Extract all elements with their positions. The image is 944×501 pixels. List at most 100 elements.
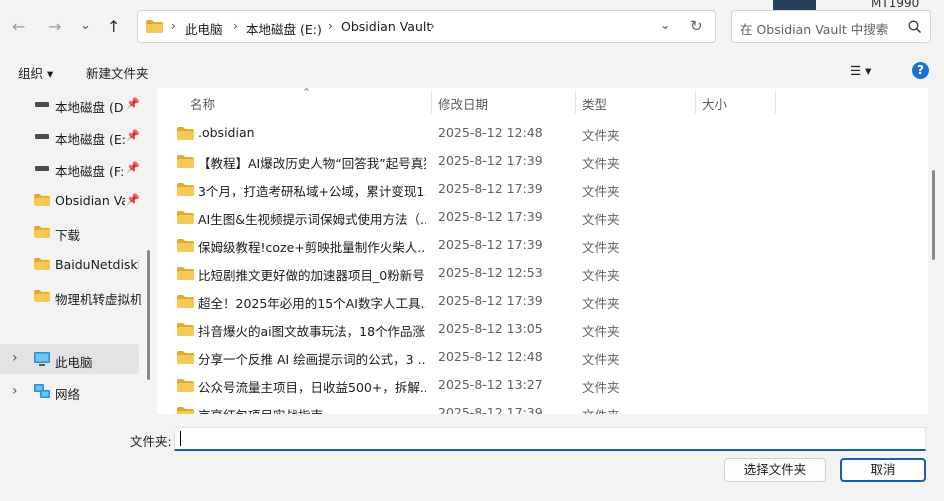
file-list-scrollbar[interactable]	[932, 170, 935, 260]
folder-name-input[interactable]	[174, 427, 926, 451]
file-row[interactable]: 【教程】AI爆改历史人物“回答我”起号真猛 2025-8-12 17:39 文件夹	[157, 147, 928, 175]
file-row[interactable]: 分享一个反推 AI 绘画提示词的公式，3 ... 2025-8-12 12:48 文…	[157, 343, 928, 371]
file-modified-date: 2025-8-12 17:39	[438, 181, 543, 196]
drive-icon	[35, 134, 49, 139]
search-box[interactable]: 在 Obsidian Vault 中搜索	[731, 10, 931, 43]
folder-icon	[177, 211, 194, 224]
file-row[interactable]: 比短剧推文更好做的加速器项目_0粉新号... 2025-8-12 12:53 文件夹	[157, 259, 928, 287]
column-header-size[interactable]: 大小	[702, 94, 727, 113]
sidebar-item-downloads[interactable]: 下载	[0, 218, 140, 246]
breadcrumb-separator[interactable]: ›	[430, 19, 435, 33]
file-name: 3个月，打造考研私域+公域，累计变现1...	[198, 184, 426, 199]
new-folder-button[interactable]: 新建文件夹	[86, 63, 149, 82]
file-modified-date: 2025-8-12 17:39	[438, 153, 543, 168]
forward-arrow-icon[interactable]: →	[48, 19, 61, 35]
navigation-pane[interactable]: 本地磁盘 (D:) 📌 本地磁盘 (E:) 📌 本地磁盘 (F:) 📌 Obsi…	[0, 88, 155, 414]
file-name: .obsidian	[198, 125, 255, 140]
file-name: 保姆级教程!coze+剪映批量制作火柴人...	[198, 240, 426, 255]
help-icon[interactable]: ?	[912, 62, 929, 79]
column-divider[interactable]	[575, 90, 576, 114]
pin-icon: 📌	[126, 97, 140, 110]
file-name: 公众号流量主项目，日收益500+，拆解...	[198, 380, 426, 395]
file-modified-date: 2025-8-12 17:39	[438, 209, 543, 224]
file-type: 文件夹	[582, 380, 620, 395]
sidebar-item-p2v[interactable]: 物理机转虚拟机	[0, 282, 141, 310]
sidebar-item-label: 本地磁盘 (F:)	[55, 164, 125, 179]
sidebar-item-drive-e[interactable]: 本地磁盘 (E:) 📌	[0, 122, 140, 150]
address-bar[interactable]: › 此电脑 › 本地磁盘 (E:) › Obsidian Vault › ⌄	[137, 10, 716, 43]
refresh-icon[interactable]: ↻	[690, 18, 703, 34]
drive-icon	[35, 166, 49, 171]
cancel-button[interactable]: 取消	[840, 458, 926, 482]
search-placeholder: 在 Obsidian Vault 中搜索	[740, 22, 889, 37]
sort-ascending-icon: ⌃	[302, 88, 312, 99]
file-modified-date: 2025-8-12 17:39	[438, 293, 543, 308]
nav-scrollbar[interactable]	[147, 250, 150, 380]
file-modified-date: 2025-8-12 12:48	[438, 349, 543, 364]
folder-icon	[34, 194, 50, 206]
column-divider[interactable]	[431, 90, 432, 114]
expand-chevron-icon[interactable]: ›	[12, 350, 18, 366]
file-row[interactable]: 超全！2025年必用的15个AI数字人工具... 2025-8-12 17:39 文…	[157, 287, 928, 315]
file-name: 比短剧推文更好做的加速器项目_0粉新号...	[198, 268, 426, 283]
expand-chevron-icon[interactable]: ›	[12, 383, 18, 399]
select-folder-button[interactable]: 选择文件夹	[724, 458, 826, 482]
organize-menu[interactable]: 组织 ▾	[18, 63, 53, 82]
view-options-icon[interactable]: ☰ ▾	[850, 63, 871, 78]
column-divider[interactable]	[775, 90, 776, 114]
breadcrumb-obsidian-vault[interactable]: Obsidian Vault	[341, 19, 431, 34]
breadcrumb-this-pc[interactable]: 此电脑	[185, 19, 223, 38]
sidebar-item-drive-f[interactable]: 本地磁盘 (F:) 📌	[0, 154, 140, 182]
folder-icon	[177, 407, 194, 414]
breadcrumb-separator[interactable]: ›	[328, 19, 333, 33]
column-header-name[interactable]: 名称	[190, 94, 215, 113]
sidebar-item-drive-d[interactable]: 本地磁盘 (D:) 📌	[0, 90, 140, 118]
file-list[interactable]: 名称 ⌃ 修改日期 类型 大小 .obsidian 2025-8-12 12:48…	[157, 88, 928, 414]
file-name: 分享一个反推 AI 绘画提示词的公式，3 ...	[198, 352, 426, 367]
column-header-type[interactable]: 类型	[582, 94, 607, 113]
breadcrumb-separator[interactable]: ›	[233, 19, 238, 33]
file-row[interactable]: 京享红包项目实战指南 2025-8-12 17:39 文件夹	[157, 399, 928, 414]
folder-icon	[177, 239, 194, 252]
sidebar-item-label: 物理机转虚拟机	[55, 292, 141, 307]
column-divider[interactable]	[695, 90, 696, 114]
file-type: 文件夹	[582, 405, 620, 414]
sidebar-item-label: 下载	[55, 228, 81, 243]
back-arrow-icon[interactable]: ←	[12, 19, 25, 35]
breadcrumb-drive-e[interactable]: 本地磁盘 (E:)	[246, 19, 322, 38]
file-name: 京享红包项目实战指南	[198, 405, 426, 414]
search-icon[interactable]	[908, 20, 921, 33]
file-type: 文件夹	[582, 296, 620, 311]
folder-icon	[146, 20, 163, 33]
recent-locations-icon[interactable]: ⌄	[80, 18, 91, 34]
folder-icon	[177, 323, 194, 336]
file-row[interactable]: 保姆级教程!coze+剪映批量制作火柴人... 2025-8-12 17:39 文件…	[157, 231, 928, 259]
pin-icon: 📌	[126, 193, 140, 206]
file-row[interactable]: 抖音爆火的ai图文故事玩法，18个作品涨... 2025-8-12 13:05 文件…	[157, 315, 928, 343]
file-row[interactable]: 3个月，打造考研私域+公域，累计变现1... 2025-8-12 17:39 文件夹	[157, 175, 928, 203]
file-row[interactable]: .obsidian 2025-8-12 12:48 文件夹	[157, 119, 928, 147]
folder-icon	[177, 295, 194, 308]
file-type: 文件夹	[582, 156, 620, 171]
sidebar-item-network[interactable]: › 网络	[0, 377, 140, 405]
sidebar-item-this-pc[interactable]: › 此电脑	[0, 344, 139, 374]
file-modified-date: 2025-8-12 17:39	[438, 237, 543, 252]
file-type: 文件夹	[582, 268, 620, 283]
folder-icon	[34, 226, 50, 238]
folder-icon	[177, 183, 194, 196]
up-arrow-icon[interactable]: ↑	[107, 19, 120, 35]
file-row[interactable]: AI生图&生视频提示词保姆式使用方法（... 2025-8-12 17:39 文件夹	[157, 203, 928, 231]
folder-icon	[177, 127, 194, 140]
drive-icon	[35, 102, 49, 107]
sidebar-item-obsidian-vault[interactable]: Obsidian Vault 📌	[0, 186, 140, 214]
file-type: 文件夹	[582, 240, 620, 255]
file-name: 【教程】AI爆改历史人物“回答我”起号真猛	[198, 156, 426, 171]
folder-label: 文件夹:	[130, 434, 172, 449]
folder-icon	[177, 155, 194, 168]
column-header-modified[interactable]: 修改日期	[438, 94, 488, 113]
address-dropdown-icon[interactable]: ⌄	[660, 17, 670, 32]
file-row[interactable]: 公众号流量主项目，日收益500+，拆解... 2025-8-12 13:27 文件夹	[157, 371, 928, 399]
sidebar-item-label: Obsidian Vault	[55, 193, 125, 208]
file-modified-date: 2025-8-12 13:05	[438, 321, 543, 336]
sidebar-item-baidunetdisk[interactable]: BaiduNetdiskDownload	[0, 250, 140, 278]
